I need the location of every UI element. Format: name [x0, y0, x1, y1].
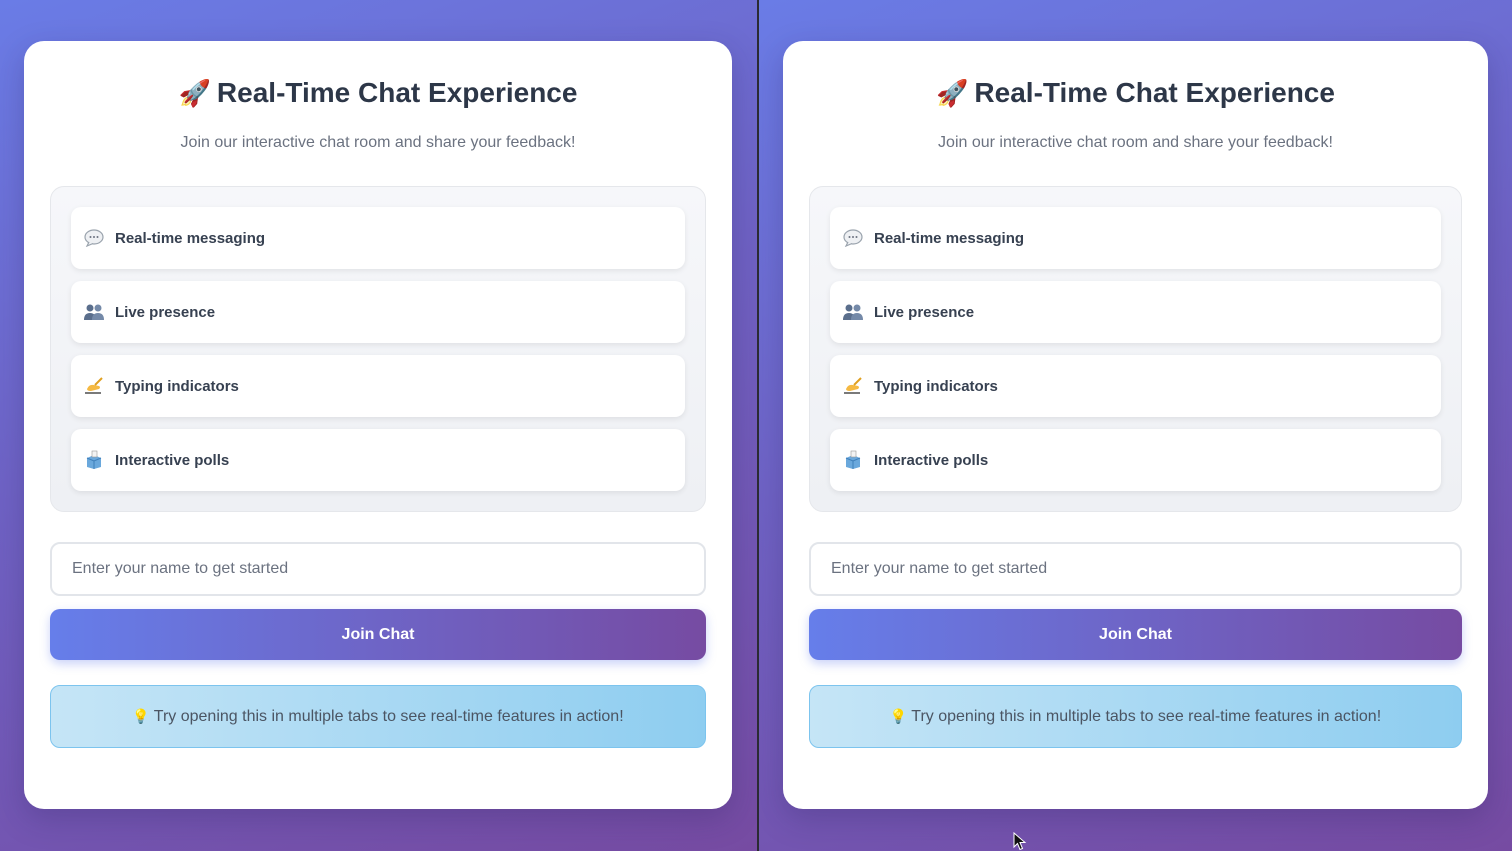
- feature-item-interactive-polls: Interactive polls: [71, 429, 685, 491]
- feature-item-typing-indicators: Typing indicators: [830, 355, 1441, 417]
- feature-item-real-time-messaging: Real-time messaging: [830, 207, 1441, 269]
- tip-text: Try opening this in multiple tabs to see…: [911, 707, 1382, 725]
- feature-label: Live presence: [874, 303, 975, 321]
- tip-banner: 💡 Try opening this in multiple tabs to s…: [50, 685, 706, 748]
- name-input[interactable]: [50, 542, 706, 596]
- feature-label: Real-time messaging: [874, 229, 1025, 247]
- welcome-card: 🚀 Real-Time Chat Experience Join our int…: [24, 41, 732, 809]
- feature-item-live-presence: Live presence: [830, 281, 1441, 343]
- feature-label: Live presence: [115, 303, 216, 321]
- page-title: 🚀 Real-Time Chat Experience: [783, 77, 1488, 109]
- tip-text: Try opening this in multiple tabs to see…: [153, 707, 624, 725]
- people-icon: [842, 301, 864, 323]
- ballot-box-icon: [83, 449, 105, 471]
- feature-label: Typing indicators: [874, 377, 998, 395]
- page-title-text: Real-Time Chat Experience: [216, 77, 578, 108]
- feature-label: Interactive polls: [115, 451, 230, 469]
- page-title-text: Real-Time Chat Experience: [974, 77, 1335, 108]
- ballot-box-icon: [842, 449, 864, 471]
- join-chat-button[interactable]: Join Chat: [50, 609, 706, 660]
- speech-bubble-icon: [83, 227, 105, 249]
- page-title: 🚀 Real-Time Chat Experience: [24, 77, 732, 109]
- feature-list: Real-time messaging Live presence Typing…: [50, 186, 706, 512]
- name-input[interactable]: [809, 542, 1462, 596]
- speech-bubble-icon: [842, 227, 864, 249]
- writing-hand-icon: [83, 375, 105, 397]
- welcome-card: 🚀 Real-Time Chat Experience Join our int…: [783, 41, 1488, 809]
- feature-item-live-presence: Live presence: [71, 281, 685, 343]
- lightbulb-icon: 💡: [132, 708, 150, 724]
- browser-pane-left: 🚀 Real-Time Chat Experience Join our int…: [0, 0, 757, 851]
- feature-list: Real-time messaging Live presence Typing…: [809, 186, 1462, 512]
- feature-label: Real-time messaging: [115, 229, 266, 247]
- tip-banner: 💡 Try opening this in multiple tabs to s…: [809, 685, 1462, 748]
- feature-label: Interactive polls: [874, 451, 989, 469]
- writing-hand-icon: [842, 375, 864, 397]
- browser-pane-right: 🚀 Real-Time Chat Experience Join our int…: [759, 0, 1512, 851]
- feature-item-real-time-messaging: Real-time messaging: [71, 207, 685, 269]
- rocket-icon: 🚀: [936, 78, 969, 108]
- join-chat-button[interactable]: Join Chat: [809, 609, 1462, 660]
- page-subtitle: Join our interactive chat room and share…: [938, 134, 1333, 151]
- feature-item-interactive-polls: Interactive polls: [830, 429, 1441, 491]
- mouse-cursor-icon: [1013, 832, 1027, 851]
- page-subtitle: Join our interactive chat room and share…: [180, 134, 576, 151]
- people-icon: [83, 301, 105, 323]
- rocket-icon: 🚀: [178, 78, 211, 108]
- feature-label: Typing indicators: [115, 377, 239, 395]
- feature-item-typing-indicators: Typing indicators: [71, 355, 685, 417]
- lightbulb-icon: 💡: [889, 708, 908, 724]
